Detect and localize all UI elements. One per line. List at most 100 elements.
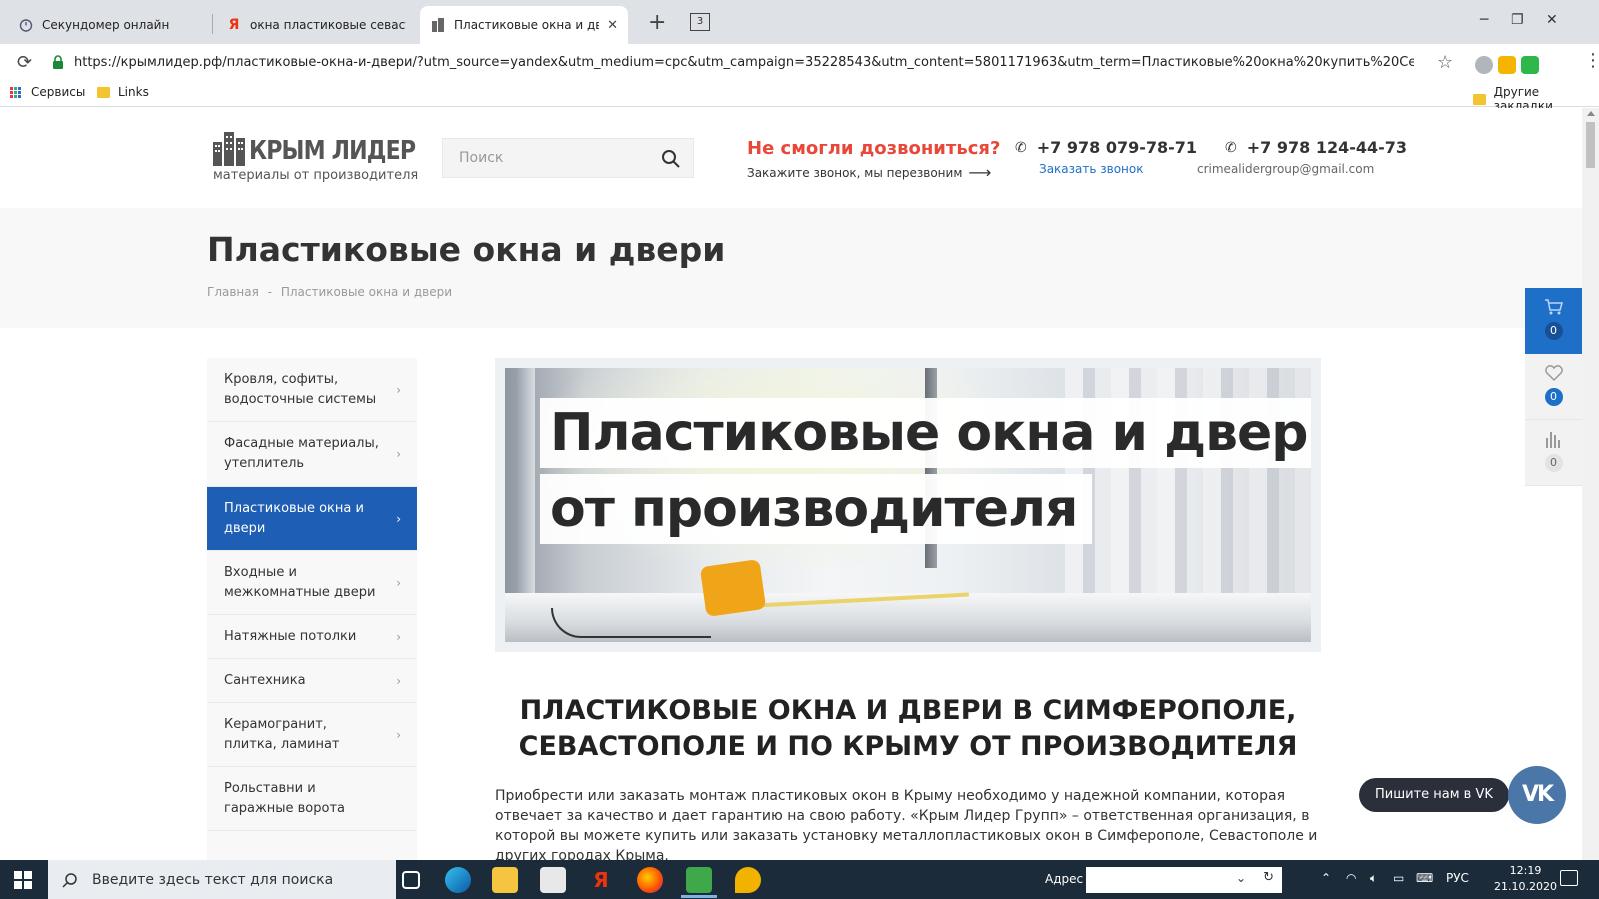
cart-widget[interactable]: 0 — [1525, 288, 1582, 354]
scrollbar-thumb[interactable] — [1586, 122, 1595, 168]
callback-subtitle[interactable]: Закажите звонок, мы перезвоним ⟶ — [747, 163, 1000, 182]
lock-icon — [53, 55, 63, 69]
task-view-icon[interactable] — [402, 871, 420, 889]
bookmark-links[interactable]: Links — [97, 85, 149, 99]
sidebar-item-plastic-windows[interactable]: Пластиковые окна и двери › — [207, 487, 417, 551]
hero-banner: Пластиковые окна и двери от производител… — [495, 358, 1321, 652]
sidebar-item-shutters[interactable]: Рольставни и гаражные ворота — [207, 767, 417, 831]
sidebar-item-label: Фасадные материалы, утеплитель — [224, 436, 379, 471]
breadcrumb-home[interactable]: Главная — [207, 285, 259, 299]
taskbar-clock[interactable]: 12:19 21.10.2020 — [1494, 863, 1557, 895]
favorites-widget[interactable]: 0 — [1525, 354, 1582, 420]
yandex-icon: Я — [228, 17, 240, 33]
tape-measure-icon — [699, 559, 767, 617]
phone-icon: ✆ — [1225, 139, 1237, 156]
tab-title: окна пластиковые севастопол — [250, 18, 406, 32]
volume-icon[interactable]: 🔈︎ — [1370, 871, 1377, 886]
chevron-right-icon: › — [396, 447, 401, 461]
refresh-icon[interactable]: ↻ — [1263, 870, 1274, 885]
bookmark-star-icon[interactable]: ☆ — [1437, 52, 1453, 73]
language-indicator[interactable]: РУС — [1446, 871, 1469, 885]
page-scrollbar[interactable] — [1582, 108, 1599, 860]
windows-start-icon[interactable] — [14, 871, 32, 889]
callback-block[interactable]: Не смогли дозвониться? Закажите звонок, … — [747, 138, 1000, 182]
tray-chevron-icon[interactable]: ⌃ — [1321, 871, 1331, 885]
battery-icon[interactable]: ▭ — [1393, 871, 1404, 885]
browser-menu-icon[interactable]: ⋮ — [1584, 50, 1599, 71]
chrome-app-icon[interactable] — [686, 867, 712, 893]
vk-icon[interactable]: VK — [1508, 766, 1566, 824]
media-player-icon[interactable] — [540, 867, 566, 893]
sidebar-item-doors[interactable]: Входные и межкомнатные двери › — [207, 551, 417, 615]
address-bar: ⟳ https://крымлидер.рф/пластиковые-окна-… — [0, 44, 1599, 80]
url-text[interactable]: https://крымлидер.рф/пластиковые-окна-и-… — [74, 55, 1414, 70]
phone-number-text: +7 978 124-44-73 — [1246, 138, 1408, 157]
browser-tab-bar: Секундомер онлайн Я окна пластиковые сев… — [0, 0, 1599, 44]
clock-time: 12:19 — [1509, 864, 1542, 877]
logo-title: КРЫМ ЛИДЕР — [249, 136, 416, 166]
taskbar-search[interactable]: Введите здесь текст для поиска — [48, 860, 396, 899]
omnibox[interactable]: https://крымлидер.рф/пластиковые-окна-и-… — [42, 48, 1442, 76]
phone-number-2[interactable]: ✆ +7 978 124-44-73 — [1225, 138, 1407, 157]
wifi-icon[interactable]: ◠ — [1346, 871, 1356, 885]
search-icon[interactable] — [661, 149, 681, 169]
clock-date: 21.10.2020 — [1494, 880, 1557, 893]
shield-app-icon[interactable] — [735, 867, 761, 893]
email-link[interactable]: crimealidergroup@gmail.com — [1197, 162, 1407, 176]
chevron-right-icon: › — [396, 673, 401, 688]
chat-extension-icon[interactable] — [1498, 56, 1516, 74]
reload-icon[interactable]: ⟳ — [17, 52, 32, 73]
tab-yandex-search[interactable]: Я окна пластиковые севастопол — [216, 6, 416, 44]
minimize-icon[interactable]: ─ — [1480, 12, 1488, 28]
taskbar-address-input[interactable]: ⌄ ↻ — [1086, 867, 1282, 893]
restore-icon[interactable]: ❐ — [1511, 12, 1524, 28]
order-call-link[interactable]: Заказать звонок — [1015, 162, 1197, 176]
sidebar-item-ceilings[interactable]: Натяжные потолки › — [207, 615, 417, 659]
scroll-up-icon[interactable] — [1587, 111, 1595, 116]
chevron-down-icon[interactable]: ⌄ — [1236, 871, 1246, 885]
bookmark-label: Links — [118, 85, 149, 99]
chevron-right-icon: › — [396, 727, 401, 742]
file-explorer-icon[interactable] — [492, 867, 518, 893]
chevron-right-icon: › — [396, 511, 401, 526]
sidebar-item-tiles[interactable]: Керамогранит, плитка, ламинат › — [207, 703, 417, 767]
active-app-indicator — [681, 895, 717, 898]
extension-icon[interactable] — [1475, 56, 1493, 74]
site-logo[interactable]: КРЫМ ЛИДЕР материалы от производителя — [213, 130, 418, 190]
search-input[interactable] — [443, 139, 653, 177]
tab-stopwatch[interactable]: Секундомер онлайн — [8, 6, 210, 44]
compare-bars-icon — [1545, 432, 1560, 448]
firefox-icon[interactable] — [637, 867, 663, 893]
notes-extension-icon[interactable] — [1521, 56, 1539, 74]
compare-widget[interactable]: 0 — [1525, 420, 1582, 486]
sidebar-item-more[interactable] — [207, 831, 417, 860]
bookmark-apps[interactable]: Сервисы — [10, 85, 85, 99]
building-icon — [430, 17, 446, 33]
keyboard-icon[interactable]: ⌨ — [1416, 871, 1433, 885]
tab-title: Секундомер онлайн — [42, 18, 170, 32]
close-icon[interactable]: ✕ — [607, 18, 618, 33]
sidebar-item-label: Сантехника — [224, 672, 306, 688]
new-tab-button[interactable]: + — [648, 10, 666, 35]
sidebar-item-roofing[interactable]: Кровля, софиты, водосточные системы › — [207, 358, 417, 422]
sidebar-item-facade[interactable]: Фасадные материалы, утеплитель › — [207, 422, 417, 487]
phone-number-1[interactable]: ✆ +7 978 079-78-71 — [1015, 138, 1197, 157]
notifications-icon[interactable] — [1560, 870, 1578, 886]
window-close-icon[interactable]: ✕ — [1546, 12, 1558, 28]
tab-plastic-windows[interactable]: Пластиковые окна и двери ✕ — [420, 6, 628, 44]
breadcrumb: Главная - Пластиковые окна и двери — [207, 285, 452, 299]
sidebar-item-plumbing[interactable]: Сантехника › — [207, 659, 417, 703]
bookmark-label: Сервисы — [31, 85, 86, 99]
taskbar-search-placeholder: Введите здесь текст для поиска — [92, 871, 334, 888]
apps-icon — [10, 86, 21, 98]
edge-icon[interactable] — [445, 867, 471, 893]
tab-count-badge[interactable]: 3 — [690, 13, 710, 31]
phone-number-text: +7 978 079-78-71 — [1036, 138, 1198, 157]
compare-count: 0 — [1544, 454, 1563, 472]
yandex-browser-icon[interactable]: Я — [588, 867, 614, 893]
banner-image: Пластиковые окна и двери от производител… — [505, 368, 1311, 642]
search-icon — [62, 872, 77, 888]
sidebar-item-label: Рольставни и гаражные ворота — [224, 780, 345, 816]
sidebar-item-label: Входные и межкомнатные двери — [224, 564, 376, 600]
vk-chat-label[interactable]: Пишите нам в VK — [1359, 778, 1509, 812]
